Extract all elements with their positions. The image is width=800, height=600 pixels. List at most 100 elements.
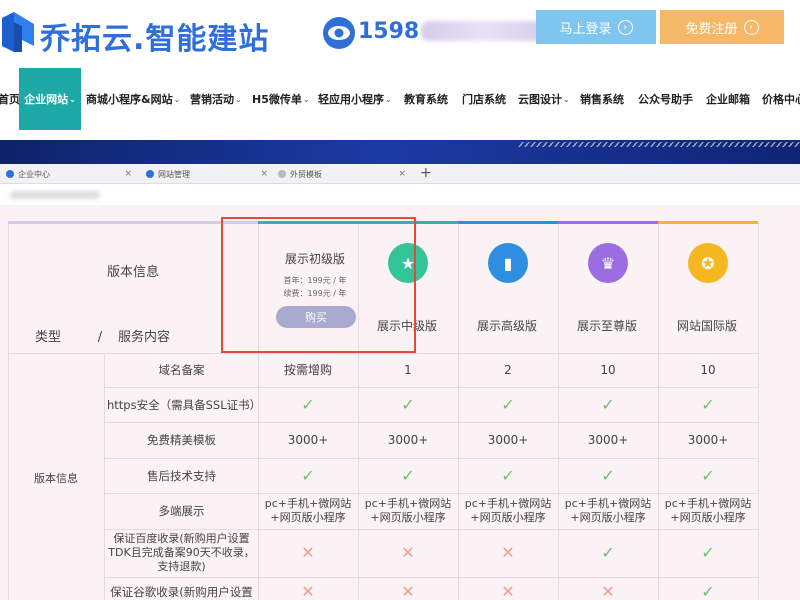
feature-label: 免费精美模板 xyxy=(147,433,216,447)
cross-icon: ✕ xyxy=(401,543,415,562)
check-icon: ✓ xyxy=(301,394,315,414)
login-button-label: 马上登录 xyxy=(559,21,612,37)
check-icon: ✓ xyxy=(501,465,515,485)
feature-value: 3000+ xyxy=(587,433,629,447)
tab-label: 网站管理 xyxy=(158,169,190,179)
row-group-label: 版本信息 xyxy=(34,472,78,485)
plan-column-bar xyxy=(458,221,558,224)
feature-value: 3000+ xyxy=(687,433,729,447)
feature-label: 保证谷歌收录(新购用户设置 xyxy=(110,585,253,599)
nav-item-official-account[interactable]: 公众号助手 xyxy=(638,68,696,130)
feature-label: 售后技术支持 xyxy=(147,468,216,483)
nav-item-label: 价格中心 xyxy=(762,93,800,106)
check-icon: ✓ xyxy=(401,465,415,485)
site-header: 乔拓云.智能建站 1598 马上登录 › 免费注册 › xyxy=(0,0,800,66)
nav-item-label: 云图设计 xyxy=(518,93,562,106)
check-icon: ✓ xyxy=(501,394,515,414)
main-nav: 首页 企业网站 ⌄ 商城小程序&网站 ⌄ 营销活动 ⌄ H5微传单 ⌄ 轻应用小程序 ⌄ 教育系统 门店… xyxy=(0,68,800,130)
register-button[interactable]: 免费注册 › xyxy=(660,10,784,44)
check-icon: ✓ xyxy=(601,543,615,562)
type-label: 类型 xyxy=(34,330,61,345)
hotline-eye-icon xyxy=(323,17,355,49)
nav-item-h5-flyer[interactable]: H5微传单 ⌄ xyxy=(252,68,310,130)
plan-name-4: 网站国际版 xyxy=(676,319,737,333)
tab-close-icon[interactable]: × xyxy=(260,169,268,179)
tab-site-management[interactable]: 网站管理 × xyxy=(146,164,272,184)
plan-name-3: 展示至尊版 xyxy=(576,319,637,333)
feature-label: 多端展示 xyxy=(158,504,205,518)
check-icon: ✓ xyxy=(601,465,615,485)
arrow-right-icon: › xyxy=(617,19,633,35)
cross-icon: ✕ xyxy=(401,582,415,600)
tab-close-icon[interactable]: × xyxy=(124,169,132,179)
feature-value: pc+手机+微网站 +网页版小程序 xyxy=(464,497,552,524)
chevron-down-icon: ⌄ xyxy=(69,94,76,104)
feature-value: 按需增购 xyxy=(283,363,332,377)
nav-item-cloud-design[interactable]: 云图设计 ⌄ xyxy=(518,68,574,130)
check-icon: ✓ xyxy=(701,394,715,414)
chevron-down-icon: ⌄ xyxy=(385,94,392,104)
nav-item-label: 公众号助手 xyxy=(638,93,693,106)
feature-value: 3000+ xyxy=(487,433,529,447)
new-tab-plus-icon[interactable]: + xyxy=(420,165,432,181)
feature-value: pc+手机+微网站 +网页版小程序 xyxy=(264,497,352,524)
nav-item-light-app[interactable]: 轻应用小程序 ⌄ xyxy=(318,68,398,130)
cross-icon: ✕ xyxy=(501,582,515,600)
hotline-blurred-part xyxy=(421,21,550,41)
nav-item-label: 企业邮箱 xyxy=(706,93,750,106)
feature-value: 10 xyxy=(700,363,716,377)
tab-close-icon[interactable]: × xyxy=(398,169,406,179)
feature-value: pc+手机+微网站 +网页版小程序 xyxy=(664,497,752,524)
tab-foreign-templates[interactable]: 外贸模板 × xyxy=(278,164,410,184)
nav-item-marketing[interactable]: 营销活动 ⌄ xyxy=(190,68,250,130)
highlight-box xyxy=(221,217,416,353)
brand-name[interactable]: 乔拓云.智能建站 xyxy=(40,14,269,58)
nav-item-education[interactable]: 教育系统 xyxy=(404,68,454,130)
chevron-down-icon: ⌄ xyxy=(173,94,181,104)
medal-icon: ✪ xyxy=(688,243,728,283)
nav-item-pricing[interactable]: 价格中心 xyxy=(762,68,800,130)
tab-favicon-icon xyxy=(6,170,14,178)
feature-value: pc+手机+微网站 +网页版小程序 xyxy=(364,497,452,524)
feature-value: 3000+ xyxy=(287,433,329,447)
hotline-number: 1598 xyxy=(358,19,550,44)
check-icon: ✓ xyxy=(701,543,715,562)
blurred-breadcrumb xyxy=(10,191,100,199)
feature-value: 3000+ xyxy=(387,433,429,447)
nav-item-store[interactable]: 门店系统 xyxy=(462,68,512,130)
cross-icon: ✕ xyxy=(601,582,615,600)
service-content-label: 服务内容 xyxy=(117,330,170,345)
arrow-right-icon: › xyxy=(743,19,759,35)
tab-label: 外贸模板 xyxy=(290,169,322,179)
nav-item-label: 门店系统 xyxy=(462,93,506,106)
tab-enterprise-center[interactable]: 企业中心 × xyxy=(6,164,136,184)
tab-favicon-icon xyxy=(146,170,154,178)
nav-item-label: 企业网站 xyxy=(24,93,69,106)
feature-label: 保证百度收录(新购用户设置TDK且完成备案90天不收录，支持退款) xyxy=(108,532,255,573)
plan-column-bar xyxy=(658,221,758,224)
login-button[interactable]: 马上登录 › xyxy=(536,10,656,44)
nav-item-enterprise-mail[interactable]: 企业邮箱 xyxy=(706,68,756,130)
type-slash: / xyxy=(97,330,103,345)
page-subheader xyxy=(0,186,800,204)
nav-item-sales[interactable]: 销售系统 xyxy=(580,68,630,130)
grid-vline xyxy=(8,223,9,600)
nav-item-label: 首页 xyxy=(0,93,20,106)
nav-item-enterprise-site[interactable]: 企业网站 ⌄ xyxy=(19,68,81,130)
check-icon: ✓ xyxy=(601,394,615,414)
check-icon: ✓ xyxy=(301,465,315,485)
brand-logo-icon[interactable] xyxy=(0,12,36,52)
nav-item-home[interactable]: 首页 xyxy=(0,68,20,130)
browser-tab-bar: 企业中心 × 网站管理 × 外贸模板 × + xyxy=(0,164,800,184)
cross-icon: ✕ xyxy=(301,582,315,600)
tab-label: 企业中心 xyxy=(18,169,50,179)
nav-item-label: 教育系统 xyxy=(404,93,448,106)
nav-item-mall-miniprogram[interactable]: 商城小程序&网站 ⌄ xyxy=(86,68,182,130)
feature-label: https安全（需具备SSL证书） xyxy=(107,397,262,412)
crown-icon: ♛ xyxy=(588,243,628,283)
check-icon: ✓ xyxy=(701,582,715,600)
nav-item-label: 销售系统 xyxy=(580,93,624,106)
feature-label: 域名备案 xyxy=(158,363,205,377)
feature-value: 1 xyxy=(404,363,412,377)
cross-icon: ✕ xyxy=(301,543,315,562)
